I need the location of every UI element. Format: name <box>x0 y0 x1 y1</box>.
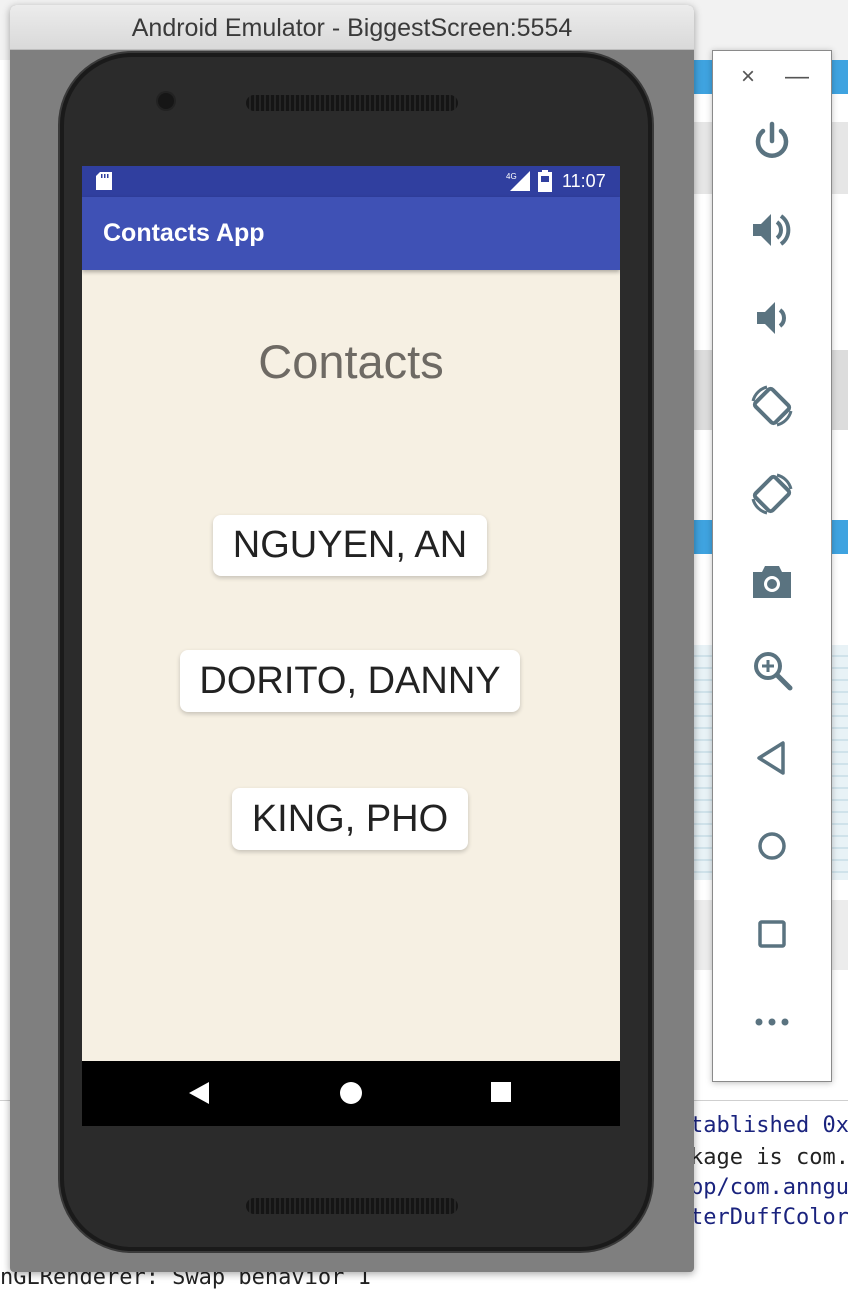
rotate-right-icon[interactable] <box>749 471 795 517</box>
status-clock: 11:07 <box>562 171 606 191</box>
window-title[interactable]: Android Emulator - BiggestScreen:5554 <box>10 5 694 50</box>
volume-up-icon[interactable] <box>749 207 795 253</box>
overview-icon[interactable] <box>749 911 795 957</box>
minimize-icon[interactable]: — <box>785 63 809 91</box>
volume-down-icon[interactable] <box>749 295 795 341</box>
app-title: Contacts App <box>103 219 265 247</box>
nav-home-icon[interactable] <box>340 1082 362 1104</box>
signal-icon: 4G <box>506 171 530 191</box>
console-line: kage is com. <box>690 1145 848 1170</box>
device-screen: 4G 11:07 Contacts App Contacts NGUYEN, A… <box>82 166 620 1126</box>
emulator-toolbar: × — <box>712 50 832 1082</box>
top-speaker <box>246 95 458 111</box>
close-icon[interactable]: × <box>741 63 755 91</box>
back-icon[interactable] <box>749 735 795 781</box>
battery-icon <box>538 170 552 192</box>
zoom-icon[interactable] <box>749 647 795 693</box>
home-icon[interactable] <box>749 823 795 869</box>
contact-button[interactable]: KING, PHO <box>232 788 468 850</box>
nav-recents-icon[interactable] <box>491 1082 511 1102</box>
status-bar: 4G 11:07 <box>82 166 620 197</box>
network-type: 4G <box>506 172 517 181</box>
emulator-window: Android Emulator - BiggestScreen:5554 4G <box>10 5 694 1272</box>
more-icon[interactable] <box>749 999 795 1045</box>
rotate-left-icon[interactable] <box>749 383 795 429</box>
phone-frame: 4G 11:07 Contacts App Contacts NGUYEN, A… <box>60 53 652 1251</box>
contact-button[interactable]: NGUYEN, AN <box>213 515 487 576</box>
console-line: pp/com.anngu <box>690 1175 848 1200</box>
contact-button[interactable]: DORITO, DANNY <box>180 650 520 712</box>
power-icon[interactable] <box>749 119 795 165</box>
android-nav-bar <box>82 1061 620 1126</box>
nav-back-icon[interactable] <box>189 1082 209 1104</box>
app-bar: Contacts App <box>82 197 620 270</box>
contacts-heading: Contacts <box>258 335 444 388</box>
console-line: tablished 0x <box>690 1113 848 1138</box>
bottom-speaker <box>246 1198 458 1214</box>
console-line: terDuffColor <box>690 1205 848 1230</box>
sd-card-icon <box>96 172 112 190</box>
front-camera-icon <box>158 93 174 109</box>
camera-icon[interactable] <box>749 559 795 605</box>
